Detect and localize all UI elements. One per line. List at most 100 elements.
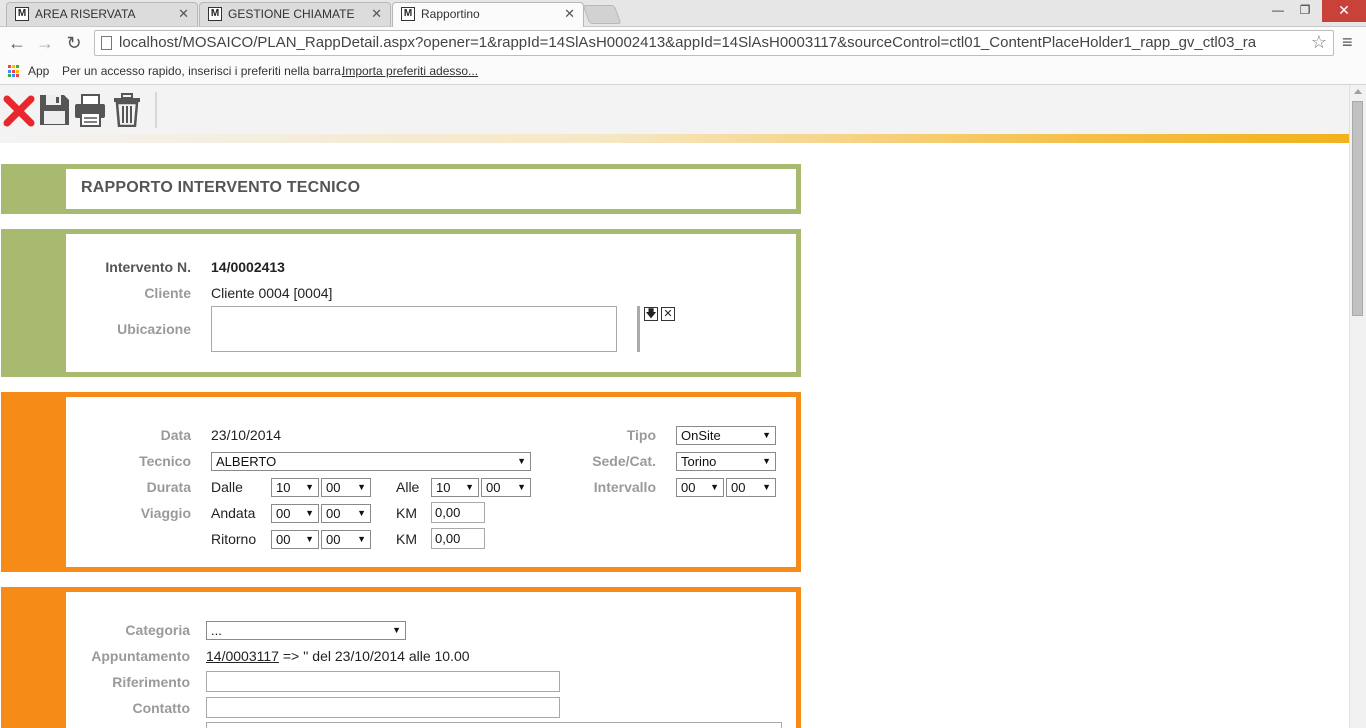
tab-area-riservata[interactable]: M AREA RISERVATA ✕ [6, 2, 198, 26]
reload-icon[interactable]: ↻ [63, 32, 85, 54]
browser-toolbar: ← → ↻ localhost/MOSAICO/PLAN_RappDetail.… [0, 27, 1366, 60]
ritorno-hour-value: 00 [276, 532, 291, 547]
download-arrow-icon[interactable]: 🡇 [644, 307, 658, 321]
tecnico-select[interactable]: ALBERTO ▼ [211, 452, 531, 471]
dropdown-arrow-icon: ▼ [305, 534, 314, 544]
intervento-value: 14/0002413 [211, 259, 285, 275]
alle-minute-value: 00 [486, 480, 501, 495]
page-viewport: RAPPORTO INTERVENTO TECNICO Intervento N… [0, 85, 1349, 728]
categoria-select[interactable]: ... ▼ [206, 621, 406, 640]
title-panel-body: RAPPORTO INTERVENTO TECNICO [66, 169, 796, 209]
new-tab-button[interactable] [582, 5, 622, 24]
dropdown-arrow-icon: ▼ [305, 482, 314, 492]
riferimento-input[interactable] [206, 671, 560, 692]
intervallo-minute-value: 00 [731, 480, 746, 495]
dropdown-arrow-icon: ▼ [465, 482, 474, 492]
page-icon [101, 36, 112, 50]
durata-label: Durata [146, 479, 191, 495]
sede-label: Sede/Cat. [592, 453, 656, 469]
dropdown-arrow-icon: ▼ [305, 508, 314, 518]
toolbar-separator [155, 92, 157, 128]
tipo-label: Tipo [626, 427, 656, 443]
extra-panel: Categoria ... ▼ Appuntamento 14/0003117 =… [1, 587, 801, 728]
andata-minute-value: 00 [326, 506, 341, 521]
scroll-up-arrow-icon[interactable] [1354, 89, 1362, 94]
andata-hour-select[interactable]: 00 ▼ [271, 504, 319, 523]
andata-km-input[interactable]: 0,00 [431, 502, 485, 523]
print-icon[interactable] [74, 93, 106, 127]
chrome-menu-icon[interactable]: ≡ [1342, 32, 1353, 53]
details-panel-body: Data 23/10/2014 Tecnico ALBERTO ▼ Durata … [66, 397, 796, 567]
appuntamento-label: Appuntamento [91, 648, 190, 664]
dalle-hour-value: 10 [276, 480, 291, 495]
notes-textarea[interactable] [206, 722, 782, 728]
window-close-icon[interactable]: ✕ [1322, 0, 1366, 22]
tab-close-icon[interactable]: ✕ [564, 6, 575, 22]
ritorno-hour-select[interactable]: 00 ▼ [271, 530, 319, 549]
title-panel: RAPPORTO INTERVENTO TECNICO [1, 164, 801, 214]
intervento-label: Intervento N. [105, 259, 191, 275]
dalle-hour-select[interactable]: 10 ▼ [271, 478, 319, 497]
dalle-minute-select[interactable]: 00 ▼ [321, 478, 371, 497]
header-gradient-line [0, 134, 1349, 143]
forward-arrow-icon[interactable]: → [34, 32, 56, 54]
import-bookmarks-link[interactable]: Importa preferiti adesso... [342, 64, 478, 78]
dropdown-arrow-icon: ▼ [762, 430, 771, 440]
ritorno-label: Ritorno [211, 531, 257, 547]
minimize-icon[interactable]: — [1268, 0, 1288, 22]
tab-label: AREA RISERVATA [35, 7, 136, 21]
data-value: 23/10/2014 [211, 427, 282, 443]
tab-close-icon[interactable]: ✕ [178, 6, 189, 22]
andata-hour-value: 00 [276, 506, 291, 521]
dropdown-arrow-icon: ▼ [710, 482, 719, 492]
alle-label: Alle [396, 479, 420, 495]
clear-x-icon[interactable]: ✕ [661, 307, 675, 321]
dropdown-arrow-icon: ▼ [762, 482, 771, 492]
tab-rapportino[interactable]: M Rapportino ✕ [392, 2, 584, 27]
ubicazione-divider [637, 306, 640, 352]
close-icon[interactable] [3, 93, 35, 127]
restore-icon[interactable]: ❐ [1295, 0, 1315, 22]
categoria-label: Categoria [125, 622, 190, 638]
intervallo-label: Intervallo [593, 479, 656, 495]
back-arrow-icon[interactable]: ← [6, 32, 28, 54]
intervallo-hour-value: 00 [681, 480, 696, 495]
alle-minute-select[interactable]: 00 ▼ [481, 478, 531, 497]
trash-icon[interactable] [111, 93, 143, 127]
bookmarks-hint: Per un accesso rapido, inserisci i prefe… [62, 64, 345, 78]
tab-gestione-chiamate[interactable]: M GESTIONE CHIAMATE ✕ [199, 2, 391, 26]
apps-grid-icon[interactable] [8, 65, 21, 78]
dropdown-arrow-icon: ▼ [762, 456, 771, 466]
ritorno-km-input[interactable]: 0,00 [431, 528, 485, 549]
tab-close-icon[interactable]: ✕ [371, 6, 382, 22]
ubicazione-textarea[interactable] [211, 306, 617, 352]
alle-hour-value: 10 [436, 480, 451, 495]
save-icon[interactable] [38, 93, 70, 127]
contatto-label: Contatto [132, 700, 190, 716]
bookmark-star-icon[interactable]: ☆ [1311, 32, 1327, 53]
andata-label: Andata [211, 505, 256, 521]
apps-link[interactable]: App [28, 64, 49, 78]
header-panel-body: Intervento N. 14/0002413 Cliente Cliente… [66, 234, 796, 372]
intervallo-minute-select[interactable]: 00 ▼ [726, 478, 776, 497]
sede-select[interactable]: Torino ▼ [676, 452, 776, 471]
tecnico-label: Tecnico [139, 453, 191, 469]
tab-label: Rapportino [421, 7, 480, 21]
page-scrollbar[interactable] [1349, 85, 1366, 728]
tipo-select[interactable]: OnSite ▼ [676, 426, 776, 445]
intervallo-hour-select[interactable]: 00 ▼ [676, 478, 724, 497]
dalle-label: Dalle [211, 479, 243, 495]
scroll-thumb[interactable] [1352, 101, 1363, 316]
ritorno-minute-select[interactable]: 00 ▼ [321, 530, 371, 549]
ritorno-minute-value: 00 [326, 532, 341, 547]
url-text[interactable]: localhost/MOSAICO/PLAN_RappDetail.aspx?o… [119, 34, 1304, 51]
andata-minute-select[interactable]: 00 ▼ [321, 504, 371, 523]
riferimento-label: Riferimento [112, 674, 190, 690]
header-panel: Intervento N. 14/0002413 Cliente Cliente… [1, 229, 801, 377]
appuntamento-link[interactable]: 14/0003117 [206, 648, 279, 664]
mosaico-favicon-icon: M [15, 7, 29, 21]
dropdown-arrow-icon: ▼ [517, 456, 526, 466]
alle-hour-select[interactable]: 10 ▼ [431, 478, 479, 497]
address-bar[interactable]: localhost/MOSAICO/PLAN_RappDetail.aspx?o… [94, 30, 1334, 56]
contatto-input[interactable] [206, 697, 560, 718]
